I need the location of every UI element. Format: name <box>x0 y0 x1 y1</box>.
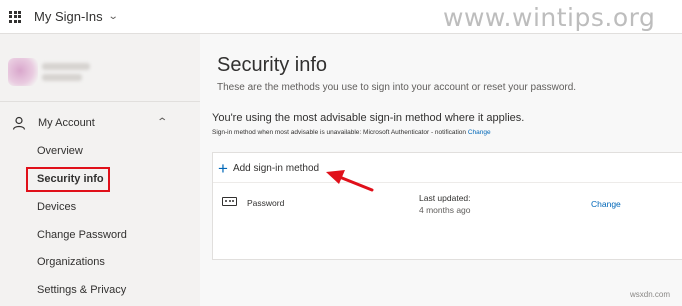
app-launcher-icon[interactable] <box>9 10 21 23</box>
password-icon <box>222 197 237 206</box>
page-subtitle: These are the methods you use to sign in… <box>217 82 577 93</box>
last-updated-label: Last updated: <box>419 193 471 203</box>
add-sign-in-method-label: Add sign-in method <box>232 163 320 174</box>
change-password-method-link[interactable]: Change <box>591 199 621 209</box>
chevron-down-icon: ⌄ <box>107 11 119 22</box>
my-account-label: My Account <box>38 117 95 129</box>
watermark: www.wintips.org <box>443 3 656 32</box>
avatar <box>8 58 38 86</box>
profile <box>8 58 90 86</box>
highlight-box <box>26 167 110 192</box>
person-icon <box>12 116 26 130</box>
my-account-toggle[interactable]: My Account ⌃ <box>12 116 172 130</box>
sidebar: My Account ⌃ Overview Security info Devi… <box>0 34 200 306</box>
plus-icon: + <box>218 159 228 178</box>
change-default-method-link[interactable]: Change <box>468 129 491 136</box>
sidebar-item-settings-privacy[interactable]: Settings & Privacy <box>37 284 126 296</box>
main-content: Security info These are the methods you … <box>200 34 682 306</box>
advisable-note-text: Sign-in method when most advisable is un… <box>212 129 466 136</box>
app-title-button[interactable]: My Sign-Ins ⌄ <box>34 9 119 24</box>
app-title: My Sign-Ins <box>34 9 103 24</box>
sidebar-item-devices[interactable]: Devices <box>37 201 76 213</box>
sidebar-item-organizations[interactable]: Organizations <box>37 256 105 268</box>
last-updated-value: 4 months ago <box>419 205 471 215</box>
footer-watermark: wsxdn.com <box>630 290 671 299</box>
advisable-note: Sign-in method when most advisable is un… <box>212 129 491 136</box>
sidebar-item-overview[interactable]: Overview <box>37 145 83 157</box>
add-sign-in-method-button[interactable]: + Add sign-in method <box>218 160 319 177</box>
advisable-message: You're using the most advisable sign-in … <box>212 112 525 124</box>
page-title: Security info <box>217 54 328 76</box>
method-name: Password <box>247 198 285 208</box>
card-divider <box>213 182 682 183</box>
methods-card: + Add sign-in method Password Last updat… <box>212 152 682 260</box>
chevron-up-icon: ⌃ <box>156 117 169 128</box>
sidebar-item-change-password[interactable]: Change Password <box>37 229 127 241</box>
sidebar-divider <box>0 101 200 102</box>
profile-name-blurred <box>42 59 90 85</box>
